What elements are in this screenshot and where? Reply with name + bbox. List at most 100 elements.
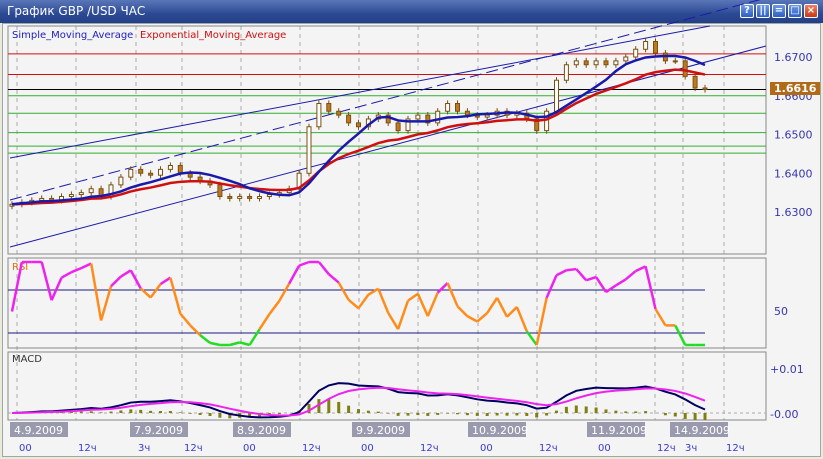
chart-canvas[interactable]: Simple_Moving_Average Exponential_Moving… [0, 0, 823, 459]
rsi-segment [486, 297, 499, 314]
candle-body [484, 114, 490, 118]
rsi-segment [495, 297, 509, 318]
rsi-segment [239, 341, 250, 347]
rsi-panel [7, 257, 767, 349]
candle-body [326, 103, 332, 112]
candle-body [177, 165, 183, 174]
hour-label: 3ч [685, 443, 697, 454]
rsi-segment [189, 324, 201, 336]
candle-body [623, 56, 629, 62]
rsi-segment [357, 293, 370, 310]
macd-panel [7, 351, 767, 421]
hour-label: 12ч [539, 443, 558, 454]
macd-label: MACD [12, 354, 42, 365]
rsi-segment [476, 312, 489, 323]
hour-label: 00 [19, 443, 32, 454]
rsi-segment [298, 260, 310, 267]
candle-body [257, 196, 262, 199]
date-label: 7.9.2009 [134, 424, 183, 437]
candle-body [336, 110, 342, 116]
rsi-segment [199, 334, 211, 344]
candle-body [78, 192, 84, 196]
candle-body [88, 188, 94, 194]
candle-body [653, 41, 658, 54]
candle-body [702, 87, 708, 91]
rsi-segment [40, 261, 53, 301]
rsi-segment [169, 277, 182, 314]
hour-label: 3ч [138, 443, 150, 454]
hour-label: 00 [243, 443, 256, 454]
date-label: 8.9.2009 [237, 424, 286, 437]
rsi-segment [89, 263, 103, 321]
candle-body [464, 110, 470, 116]
rsi-segment [456, 305, 469, 318]
candle-body [643, 41, 649, 50]
candle-body [247, 196, 253, 199]
rsi-segment [506, 306, 518, 318]
candle-body [613, 60, 619, 66]
date-label: 14.9.2009 [674, 424, 730, 437]
hour-label: 00 [480, 443, 493, 454]
rsi-segment [615, 278, 627, 287]
hour-label: 00 [361, 443, 374, 454]
rsi-segment [337, 281, 350, 301]
candle-body [603, 60, 609, 66]
rsi-segment [60, 271, 73, 279]
candle-body [227, 196, 233, 199]
date-label: 4.9.2009 [14, 424, 63, 437]
rsi-segment [624, 270, 637, 281]
rsi-segment [545, 274, 558, 299]
rsi-segment [377, 288, 390, 314]
rsi-segment [605, 284, 617, 294]
candle-body [633, 48, 639, 58]
candle-body [356, 122, 361, 128]
candle-body [395, 122, 401, 132]
candle-body [148, 172, 154, 176]
candle-body [415, 114, 421, 120]
candle-body [306, 126, 312, 174]
hour-label: 12ч [420, 443, 439, 454]
rsi-segment [288, 265, 301, 285]
hour-label: 12ч [302, 443, 321, 454]
rsi-segment [159, 276, 172, 286]
rsi-segment [317, 261, 330, 275]
rsi-segment [555, 269, 567, 277]
candle-body [692, 75, 698, 89]
rsi-segment [416, 293, 429, 317]
price-tick: 1.6700 [774, 51, 813, 64]
legend-ema: Exponential_Moving_Average [140, 30, 286, 41]
rsi-segment [327, 273, 340, 284]
current-price: 1.6616 [774, 82, 817, 95]
rsi-segment [387, 312, 400, 330]
macd-tick-zero: -0.00 [770, 408, 798, 421]
candle-body [435, 110, 441, 124]
rsi-segment [436, 282, 449, 294]
rsi-segment [644, 266, 657, 310]
rsi-segment [278, 283, 291, 302]
rsi-segment [566, 267, 577, 272]
rsi-segment [654, 308, 667, 327]
hour-label: 12ч [657, 443, 676, 454]
candle-body [316, 103, 322, 128]
rsi-segment [229, 341, 241, 347]
candle-body [158, 168, 163, 176]
candle-body [128, 168, 134, 178]
candle-body [167, 165, 173, 170]
rsi-segment [258, 313, 271, 331]
rsi-segment [120, 269, 132, 278]
rsi-segment [268, 300, 281, 315]
price-tick: 1.6300 [774, 206, 813, 219]
date-label: 11.9.2009 [591, 424, 647, 437]
rsi-segment [50, 277, 63, 301]
rsi-segment [674, 324, 687, 346]
rsi-segment [466, 315, 478, 323]
rsi-segment [80, 262, 92, 270]
rsi-segment [585, 275, 597, 282]
candle-body [138, 168, 144, 174]
candle-body [554, 79, 559, 112]
rsi-segment [347, 298, 360, 310]
candle-body [266, 194, 272, 197]
rsi-segment [575, 268, 588, 282]
rsi-segment [209, 341, 221, 347]
rsi-segment [446, 282, 459, 307]
